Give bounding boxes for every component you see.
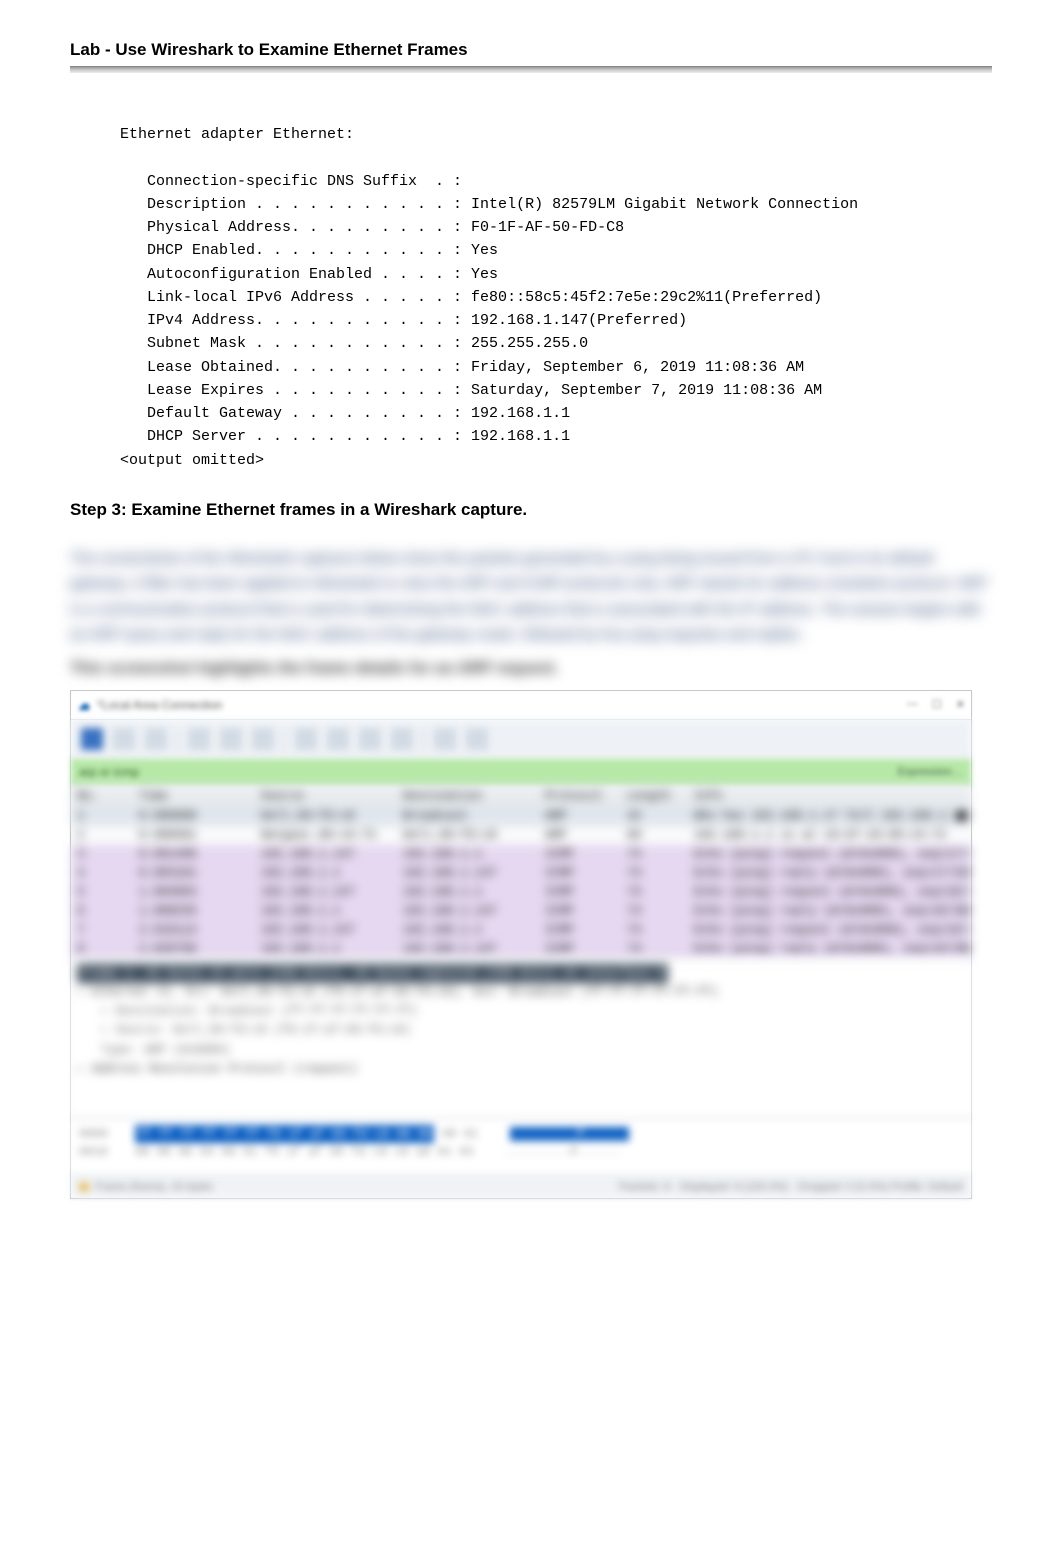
packet-row[interactable]: 40.003101192.168.1.1192.168.1.147ICMP74E… [71, 864, 971, 883]
status-right-text: Packets: 8 · Displayed: 8 (100.0%) · Dro… [619, 1181, 963, 1193]
statusbar: Frame (frame), 42 bytes Packets: 8 · Dis… [71, 1175, 971, 1198]
console-line: Link-local IPv6 Address . . . . . : fe80… [120, 289, 822, 306]
step-heading: Step 3: Examine Ethernet frames in a Wir… [70, 500, 992, 520]
toolbar-separator [284, 728, 285, 750]
toolbar-separator [423, 728, 424, 750]
col-header-info[interactable]: Info [688, 789, 971, 803]
console-line: Default Gateway . . . . . . . . . : 192.… [120, 405, 570, 422]
close-button[interactable]: ✕ [956, 698, 965, 711]
packet-row[interactable]: 51.004894192.168.1.147192.168.1.1ICMP74E… [71, 883, 971, 902]
console-line: Physical Address. . . . . . . . . : F0-1… [120, 219, 624, 236]
toolbar-next-icon[interactable] [359, 728, 381, 750]
toolbar-open-icon[interactable] [188, 728, 210, 750]
packet-list[interactable]: No. Time Source Destination Protocol Len… [71, 786, 971, 959]
detail-line[interactable]: Frame 1: 42 bytes on wire (336 bits), 42… [77, 964, 668, 983]
hex-row[interactable]: 0000ff ff ff ff ff ff f0 1f af 50 fd c8 … [79, 1125, 963, 1143]
blurred-paragraph: The screenshots of the Wireshark capture… [70, 542, 990, 654]
detail-line[interactable]: Type: ARP (0x0806) [101, 1041, 965, 1060]
toolbar-save-icon[interactable] [220, 728, 242, 750]
output-omitted: <output omitted> [120, 452, 264, 469]
col-header-no[interactable]: No. [71, 789, 133, 803]
col-header-destination[interactable]: Destination [397, 789, 539, 803]
maximize-button[interactable]: ☐ [932, 698, 942, 711]
col-header-length[interactable]: Length [621, 789, 688, 803]
console-line: DHCP Server . . . . . . . . . . . : 192.… [120, 428, 570, 445]
toolbar-restart-icon[interactable] [145, 728, 167, 750]
minimize-button[interactable]: — [907, 698, 918, 711]
filter-expression-button[interactable]: Expression… [898, 766, 963, 778]
filter-bar: arp or icmp Expression… [71, 759, 971, 786]
hex-row[interactable]: 0010 08 00 06 04 00 01 f0 1f af 50 fd c8… [79, 1143, 963, 1161]
packet-row[interactable]: 72.019114192.168.1.147192.168.1.1ICMP74E… [71, 921, 971, 940]
detail-line[interactable]: Destination: Broadcast (ff:ff:ff:ff:ff:f… [101, 1002, 965, 1021]
packet-details[interactable]: Frame 1: 42 bytes on wire (336 bits), 42… [71, 959, 971, 1118]
console-line: Autoconfiguration Enabled . . . . : Yes [120, 266, 498, 283]
wireshark-icon [77, 698, 91, 712]
console-output: Ethernet adapter Ethernet: Connection-sp… [120, 123, 992, 472]
toolbar-prev-icon[interactable] [327, 728, 349, 750]
blurred-content: The screenshots of the Wireshark capture… [70, 542, 990, 1199]
console-line: Subnet Mask . . . . . . . . . . . : 255.… [120, 335, 588, 352]
hex-dump[interactable]: 0000ff ff ff ff ff ff f0 1f af 50 fd c8 … [71, 1118, 971, 1175]
packet-row[interactable]: 61.006535192.168.1.1192.168.1.147ICMP74E… [71, 902, 971, 921]
titlebar: *Local Area Connection — ☐ ✕ [71, 691, 971, 720]
toolbar-zoom-icon[interactable] [434, 728, 456, 750]
toolbar-close-icon[interactable] [252, 728, 274, 750]
packet-list-header: No. Time Source Destination Protocol Len… [71, 786, 971, 807]
toolbar-start-icon[interactable] [81, 728, 103, 750]
console-line: Lease Expires . . . . . . . . . . : Satu… [120, 382, 822, 399]
detail-line[interactable]: Ethernet II, Src: Dell_50:fd:c8 (f0:1f:a… [77, 983, 965, 1002]
col-header-source[interactable]: Source [255, 789, 397, 803]
packet-row[interactable]: 10.000000Dell_50:fd:c8BroadcastARP42Who … [71, 807, 971, 826]
console-line: DHCP Enabled. . . . . . . . . . . : Yes [120, 242, 498, 259]
toolbar-separator [177, 728, 178, 750]
toolbar-goto-icon[interactable] [391, 728, 413, 750]
toolbar-columns-icon[interactable] [466, 728, 488, 750]
adapter-heading: Ethernet adapter Ethernet: [120, 126, 354, 143]
status-left-text: Frame (frame), 42 bytes [95, 1181, 213, 1193]
packet-row[interactable]: 30.001408192.168.1.147192.168.1.1ICMP74E… [71, 845, 971, 864]
window-title: *Local Area Connection [97, 698, 222, 712]
col-header-protocol[interactable]: Protocol [539, 789, 621, 803]
console-line: Connection-specific DNS Suffix . : [120, 173, 462, 190]
console-line: IPv4 Address. . . . . . . . . . . : 192.… [120, 312, 687, 329]
wireshark-window: *Local Area Connection — ☐ ✕ [70, 690, 972, 1199]
packet-row[interactable]: 20.000581Netgear_99:c5:72Dell_50:fd:c8AR… [71, 826, 971, 845]
detail-line[interactable]: Source: Dell_50:fd:c8 (f0:1f:af:50:fd:c8… [101, 1021, 965, 1040]
filter-input[interactable]: arp or icmp [79, 765, 139, 779]
header-divider [70, 66, 992, 73]
console-line: Description . . . . . . . . . . . : Inte… [120, 196, 858, 213]
packet-row[interactable]: 82.020796192.168.1.1192.168.1.147ICMP74E… [71, 940, 971, 959]
toolbar-stop-icon[interactable] [113, 728, 135, 750]
blurred-caption: This screenshot highlights the frame det… [70, 660, 990, 678]
toolbar [71, 720, 971, 759]
detail-line[interactable]: Address Resolution Protocol (request) [77, 1060, 965, 1079]
toolbar-find-icon[interactable] [295, 728, 317, 750]
console-line: Lease Obtained. . . . . . . . . . : Frid… [120, 359, 804, 376]
status-dot-icon [79, 1182, 89, 1192]
page-title: Lab - Use Wireshark to Examine Ethernet … [70, 40, 992, 60]
col-header-time[interactable]: Time [133, 789, 255, 803]
